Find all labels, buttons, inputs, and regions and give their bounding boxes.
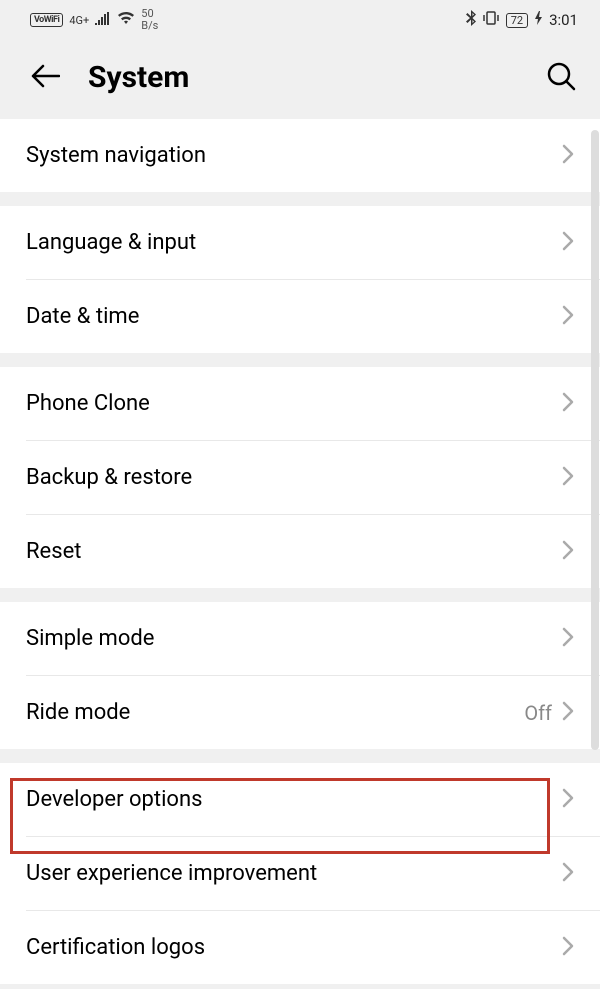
back-icon[interactable]: [30, 64, 60, 92]
row-label: System navigation: [26, 143, 562, 168]
section-gap: [0, 749, 600, 763]
clock-time: 3:01: [549, 11, 578, 29]
status-left: VoWiFi 4G+ 50 B/s: [30, 8, 158, 32]
search-icon[interactable]: [546, 61, 576, 95]
chevron-right-icon: [562, 466, 574, 490]
row-label: Certification logos: [26, 935, 562, 960]
signal-bars-icon: [95, 12, 111, 29]
chevron-right-icon: [562, 862, 574, 886]
section-gap: [0, 588, 600, 602]
chevron-right-icon: [562, 392, 574, 416]
row-label: Backup & restore: [26, 465, 562, 490]
chevron-right-icon: [562, 627, 574, 651]
vowifi-badge: VoWiFi: [30, 13, 63, 27]
row-label: Simple mode: [26, 626, 562, 651]
vibrate-icon: [483, 11, 499, 29]
row-label: Phone Clone: [26, 391, 562, 416]
section-backup: Phone Clone Backup & restore Reset: [0, 367, 600, 588]
status-bar: VoWiFi 4G+ 50 B/s 72 3:01: [0, 0, 600, 40]
row-system-navigation[interactable]: System navigation: [0, 119, 600, 192]
scrollbar[interactable]: [591, 130, 599, 750]
section-gap: [0, 353, 600, 367]
network-type: 4G+: [69, 15, 89, 26]
chevron-right-icon: [562, 231, 574, 255]
row-reset[interactable]: Reset: [0, 515, 600, 588]
section-gap: [0, 192, 600, 206]
chevron-right-icon: [562, 540, 574, 564]
section-language: Language & input Date & time: [0, 206, 600, 353]
section-developer: Developer options User experience improv…: [0, 763, 600, 984]
row-ride-mode[interactable]: Ride mode Off: [0, 676, 600, 749]
section-modes: Simple mode Ride mode Off: [0, 602, 600, 749]
data-speed: 50 B/s: [141, 8, 158, 32]
row-date-time[interactable]: Date & time: [0, 280, 600, 353]
row-simple-mode[interactable]: Simple mode: [0, 602, 600, 675]
row-developer-options[interactable]: Developer options: [0, 763, 600, 836]
status-right: 72 3:01: [466, 10, 578, 30]
row-user-experience[interactable]: User experience improvement: [0, 837, 600, 910]
chevron-right-icon: [562, 305, 574, 329]
row-label: Date & time: [26, 304, 562, 329]
chevron-right-icon: [562, 144, 574, 168]
wifi-icon: [117, 11, 135, 29]
charging-icon: [535, 11, 542, 29]
row-phone-clone[interactable]: Phone Clone: [0, 367, 600, 440]
bluetooth-icon: [466, 10, 476, 30]
row-label: Language & input: [26, 230, 562, 255]
row-label: Developer options: [26, 787, 562, 812]
battery-indicator: 72: [506, 13, 528, 28]
page-header: System: [0, 40, 600, 119]
page-title: System: [88, 60, 518, 95]
chevron-right-icon: [562, 936, 574, 960]
row-label: User experience improvement: [26, 861, 562, 886]
row-label: Reset: [26, 539, 562, 564]
row-backup-restore[interactable]: Backup & restore: [0, 441, 600, 514]
row-certification-logos[interactable]: Certification logos: [0, 911, 600, 984]
section-navigation: System navigation: [0, 119, 600, 192]
row-value: Off: [524, 701, 552, 725]
chevron-right-icon: [562, 701, 574, 725]
chevron-right-icon: [562, 788, 574, 812]
row-label: Ride mode: [26, 700, 524, 725]
row-language-input[interactable]: Language & input: [0, 206, 600, 279]
